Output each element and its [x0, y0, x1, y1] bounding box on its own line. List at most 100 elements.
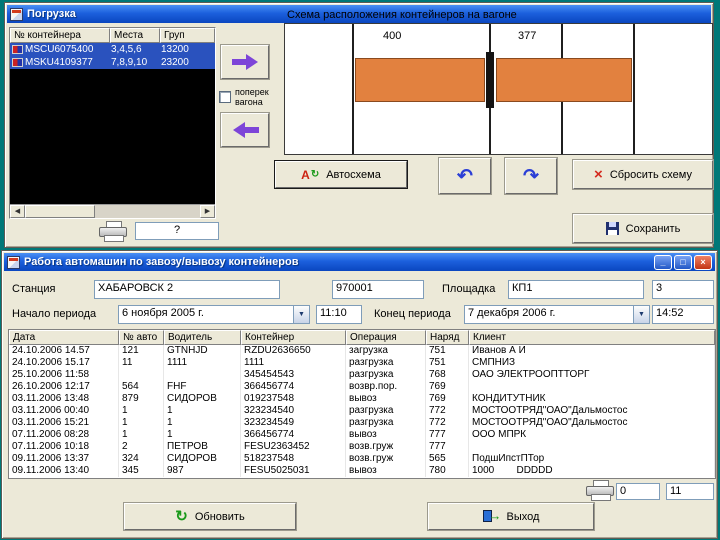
scheme-label: Схема расположения контейнеров на вагоне [287, 9, 517, 21]
table-cell: 019237548 [241, 393, 346, 405]
table-cell: 1111 [241, 357, 346, 369]
printer-icon[interactable] [99, 221, 129, 243]
table-row[interactable]: 24.10.2006 14.57 121 GTNHJD RZDU2636650 загр… [9, 345, 715, 357]
table-row[interactable]: 07.11.2006 10:18 2 ПЕТРОВ FESU2363452 возв.г… [9, 441, 715, 453]
column-header[interactable]: Клиент [469, 330, 715, 345]
table-row[interactable]: 26.10.2006 12:17 564 FHF 366456774 возвр.пор… [9, 381, 715, 393]
move-left-button[interactable] [221, 113, 269, 147]
move-right-button[interactable] [221, 45, 269, 79]
station-field[interactable]: ХАБАРОВСК 2 [94, 280, 280, 299]
table-row[interactable]: 25.10.2006 11:58 345454543 разгрузка 768 ОАО… [9, 369, 715, 381]
scroll-right-icon[interactable]: ▶ [200, 205, 215, 218]
site-field[interactable]: КП1 [508, 280, 644, 299]
period-end-time-field[interactable]: 14:52 [652, 305, 714, 324]
scroll-left-icon[interactable]: ◀ [10, 205, 25, 218]
column-header[interactable]: Водитель [164, 330, 241, 345]
container-block[interactable] [496, 58, 632, 102]
table-row[interactable]: 03.11.2006 13:48 879 СИДОРОВ 019237548 вывоз… [9, 393, 715, 405]
list-horizontal-scrollbar[interactable]: ◀ ▶ [10, 204, 215, 218]
column-header[interactable]: Наряд [426, 330, 469, 345]
container-block[interactable] [355, 58, 485, 102]
period-start-date-combo[interactable]: 6 ноября 2005 г. ▼ [118, 305, 310, 324]
table-row[interactable]: 09.11.2006 13:37 324 СИДОРОВ 518237548 возв.… [9, 453, 715, 465]
work-window-titlebar[interactable]: Работа автомашин по завозу/вывозу контей… [4, 253, 715, 271]
redo-button[interactable]: ↷ [505, 158, 557, 194]
table-cell: FHF [164, 381, 241, 393]
table-cell: 07.11.2006 10:18 [9, 441, 119, 453]
table-cell: ОАО ЭЛЕКТРООПТТОРГ [469, 369, 715, 381]
table-cell: 751 [426, 345, 469, 357]
load-window: Погрузка № контейнера Места Груп MSCU607… [4, 2, 714, 248]
column-header[interactable]: Дата [9, 330, 119, 345]
reset-scheme-button[interactable]: × Сбросить схему [573, 160, 713, 189]
column-header[interactable]: № авто [119, 330, 164, 345]
table-row[interactable]: 07.11.2006 08:28 1 1 366456774 вывоз 777 ООО М… [9, 429, 715, 441]
site-code-field[interactable]: 3 [652, 280, 714, 299]
column-header[interactable]: Операция [346, 330, 426, 345]
container-list-headers: № контейнера Места Груп [10, 28, 215, 43]
autoscheme-label: Автосхема [326, 168, 381, 181]
period-start-time-field[interactable]: 11:10 [316, 305, 362, 324]
period-end-date-combo[interactable]: 7 декабря 2006 г. ▼ [464, 305, 650, 324]
reset-scheme-label: Сбросить схему [609, 168, 692, 181]
container-list-cell: 13200 [161, 44, 189, 55]
scrollbar-thumb[interactable] [25, 205, 95, 218]
chevron-down-icon[interactable]: ▼ [293, 306, 309, 323]
scrollbar-track[interactable] [95, 205, 200, 218]
table-cell: вывоз [346, 393, 426, 405]
autoscheme-button[interactable]: А ↻ Автосхема [275, 161, 407, 188]
trips-table[interactable]: Дата № авто Водитель Контейнер Операция Наряд… [8, 329, 716, 479]
container-list-rows: MSCU6075400 3,4,5,6 13200 MSKU4109377 7,8,9,… [10, 43, 215, 69]
refresh-button[interactable]: ↻ Обновить [124, 503, 296, 530]
table-cell [469, 381, 715, 393]
station-code-field[interactable]: 970001 [332, 280, 424, 299]
work-window-body: Станция ХАБАРОВСК 2 970001 Площадка КП1 … [4, 273, 716, 536]
table-cell: ПЕТРОВ [164, 441, 241, 453]
work-window: Работа автомашин по завозу/вывозу контей… [1, 250, 718, 539]
table-cell: 777 [426, 429, 469, 441]
table-cell: 25.10.2006 11:58 [9, 369, 119, 381]
table-row[interactable]: 09.11.2006 13:40 345 987 FESU5025031 вывоз 78… [9, 465, 715, 477]
table-cell: 772 [426, 405, 469, 417]
table-cell: МОСТООТРЯД"ОАО"Дальмостос [469, 405, 715, 417]
printer-icon[interactable] [586, 480, 616, 502]
close-icon[interactable]: × [694, 254, 712, 270]
container-list-row[interactable]: MSCU6075400 3,4,5,6 13200 [10, 43, 215, 56]
table-cell: 769 [426, 381, 469, 393]
caption-buttons: _ □ × [654, 254, 712, 270]
table-cell: 09.11.2006 13:37 [9, 453, 119, 465]
table-cell: 1 [164, 417, 241, 429]
table-row[interactable]: 03.11.2006 00:40 1 1 323234540 разгрузка 772 М… [9, 405, 715, 417]
list-header-container[interactable]: № контейнера [10, 28, 110, 43]
container-icon [12, 58, 23, 67]
table-cell: 366456774 [241, 429, 346, 441]
period-start-label: Начало периода [12, 308, 97, 320]
trips-table-body: 24.10.2006 14.57 121 GTNHJD RZDU2636650 загр… [9, 345, 715, 477]
undo-icon: ↶ [457, 165, 473, 187]
across-wagon-checkbox[interactable] [219, 91, 231, 103]
undo-button[interactable]: ↶ [439, 158, 491, 194]
exit-button[interactable]: → Выход [428, 503, 594, 530]
wagon-scheme[interactable]: 400 377 [284, 23, 713, 155]
count-right-field[interactable]: 11 [666, 483, 714, 500]
maximize-icon[interactable]: □ [674, 254, 692, 270]
list-header-group[interactable]: Груп [160, 28, 215, 43]
chevron-down-icon[interactable]: ▼ [633, 306, 649, 323]
table-cell: 323234549 [241, 417, 346, 429]
table-row[interactable]: 03.11.2006 15:21 1 1 323234549 разгрузка 772 М… [9, 417, 715, 429]
table-cell: 879 [119, 393, 164, 405]
table-cell: 772 [426, 417, 469, 429]
column-header[interactable]: Контейнер [241, 330, 346, 345]
container-list[interactable]: № контейнера Места Груп MSCU6075400 3,4,5… [9, 27, 216, 219]
table-cell: 24.10.2006 14.57 [9, 345, 119, 357]
table-cell: GTNHJD [164, 345, 241, 357]
container-list-row[interactable]: MSKU4109377 7,8,9,10 23200 [10, 56, 215, 69]
list-header-places[interactable]: Места [110, 28, 160, 43]
period-end-label: Конец периода [374, 308, 451, 320]
table-cell: 1 [164, 429, 241, 441]
count-left-field[interactable]: 0 [616, 483, 660, 500]
print-value-field[interactable]: ? [135, 222, 219, 240]
save-button[interactable]: Сохранить [573, 214, 713, 243]
minimize-icon[interactable]: _ [654, 254, 672, 270]
table-row[interactable]: 24.10.2006 15.17 11 1111 1111 разгрузка 751 СМ… [9, 357, 715, 369]
